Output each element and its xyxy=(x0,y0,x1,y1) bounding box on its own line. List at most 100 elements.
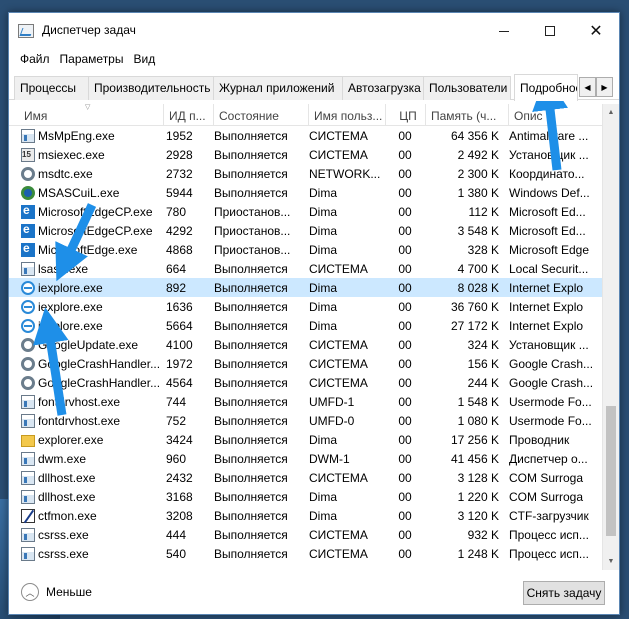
process-memory-cell: 932 K xyxy=(467,528,499,542)
process-name-wrap: GoogleCrashHandler... xyxy=(21,357,160,371)
table-row[interactable]: MicrosoftEdge.exe 4868 Приостанов... Dima 00… xyxy=(9,240,619,259)
process-user-cell: СИСТЕМА xyxy=(309,528,368,542)
process-name-cell: MsMpEng.exe xyxy=(21,126,163,145)
scroll-up-arrow-icon[interactable]: ▲ xyxy=(603,104,619,121)
table-row[interactable]: csrss.exe 444 Выполняется СИСТЕМА 00 932 K Про… xyxy=(9,525,619,544)
scrollbar-thumb[interactable] xyxy=(606,406,616,536)
process-pid-cell: 960 xyxy=(166,452,187,466)
process-pid-cell: 1952 xyxy=(166,129,193,143)
table-row[interactable]: GoogleCrashHandler... 1972 Выполняется СИСТ… xyxy=(9,354,619,373)
process-cpu-cell: 00 xyxy=(398,338,412,352)
process-name-cell: fontdrvhost.exe xyxy=(21,411,163,430)
column-header-status[interactable]: Состояние xyxy=(214,104,309,126)
table-row[interactable]: iexplore.exe 892 Выполняется Dima 00 8 028 K I… xyxy=(9,278,619,297)
process-name-wrap: MicrosoftEdgeCP.exe xyxy=(21,222,153,238)
fewer-details-button[interactable]: ︿ Меньше xyxy=(21,583,92,601)
process-description-cell: Проводник xyxy=(509,433,570,447)
generic-app-icon xyxy=(21,452,35,466)
process-name-cell: dllhost.exe xyxy=(21,468,163,487)
table-row[interactable]: GoogleCrashHandler... 4564 Выполняется СИСТ… xyxy=(9,373,619,392)
gear-icon xyxy=(21,338,35,352)
process-name: iexplore.exe xyxy=(38,300,103,314)
tab-app-history[interactable]: Журнал приложений xyxy=(213,76,343,100)
table-row[interactable]: MicrosoftEdgeCP.exe 780 Приостанов... Dima 0… xyxy=(9,202,619,221)
edge-icon xyxy=(21,203,35,219)
process-status-cell: Выполняется xyxy=(214,376,288,390)
process-user-cell: СИСТЕМА xyxy=(309,262,368,276)
process-name-wrap: csrss.exe xyxy=(21,528,89,542)
column-header-cpu[interactable]: ЦП xyxy=(386,104,426,126)
tab-scroll-right-button[interactable]: ▶ xyxy=(596,77,613,97)
table-row[interactable]: msdtc.exe 2732 Выполняется NETWORK... 00 2 30… xyxy=(9,164,619,183)
process-pid-cell: 3208 xyxy=(166,509,193,523)
process-cpu-cell: 00 xyxy=(398,357,412,371)
menu-options[interactable]: Параметры xyxy=(55,52,129,66)
table-row[interactable]: msiexec.exe 2928 Выполняется СИСТЕМА 00 2 492… xyxy=(9,145,619,164)
process-status-cell: Выполняется xyxy=(214,471,288,485)
table-row[interactable]: dwm.exe 960 Выполняется DWM-1 00 41 456 K Дисп… xyxy=(9,449,619,468)
tab-performance[interactable]: Производительность xyxy=(88,76,214,100)
process-name: msdtc.exe xyxy=(38,167,93,181)
column-header-memory[interactable]: Память (ч... xyxy=(426,104,509,126)
close-button[interactable]: ✕ xyxy=(573,13,619,49)
gear-icon xyxy=(21,167,35,181)
process-name-cell: MicrosoftEdgeCP.exe xyxy=(21,221,163,240)
process-pid-cell: 4564 xyxy=(166,376,193,390)
process-name: MicrosoftEdge.exe xyxy=(38,243,138,257)
tab-users[interactable]: Пользователи xyxy=(423,76,511,100)
table-row[interactable]: MSASCuiL.exe 5944 Выполняется Dima 00 1 380 K… xyxy=(9,183,619,202)
chevron-up-circle-icon: ︿ xyxy=(21,583,39,601)
column-header-name[interactable]: Имя xyxy=(19,104,164,126)
process-memory-cell: 3 120 K xyxy=(457,509,499,523)
process-description-cell: Windows Def... xyxy=(509,186,590,200)
column-header-pid[interactable]: ИД п... xyxy=(164,104,214,126)
process-name-cell: MicrosoftEdgeCP.exe xyxy=(21,202,163,221)
process-name: dwm.exe xyxy=(38,452,87,466)
close-icon: ✕ xyxy=(589,21,603,40)
process-name: GoogleCrashHandler... xyxy=(38,376,161,390)
menu-file[interactable]: Файл xyxy=(15,52,55,66)
process-name-wrap: GoogleUpdate.exe xyxy=(21,338,138,352)
folder-icon xyxy=(21,435,35,447)
table-row[interactable]: csrss.exe 540 Выполняется СИСТЕМА 00 1 248 K П… xyxy=(9,544,619,563)
vertical-scrollbar[interactable]: ▲ ▼ xyxy=(602,104,619,570)
column-header-user[interactable]: Имя польз... xyxy=(309,104,386,126)
table-row[interactable]: iexplore.exe 1636 Выполняется Dima 00 36 760 … xyxy=(9,297,619,316)
process-status-cell: Выполняется xyxy=(214,452,288,466)
maximize-icon xyxy=(545,26,555,36)
process-name: GoogleUpdate.exe xyxy=(38,338,139,352)
table-row[interactable]: fontdrvhost.exe 752 Выполняется UMFD-0 00 1 0… xyxy=(9,411,619,430)
generic-app-icon xyxy=(21,528,35,542)
process-description-cell: Google Crash... xyxy=(509,376,594,390)
tab-details[interactable]: Подробнос xyxy=(514,74,578,101)
maximize-button[interactable] xyxy=(527,13,573,49)
table-row[interactable]: ctfmon.exe 3208 Выполняется Dima 00 3 120 K CT… xyxy=(9,506,619,525)
process-name: explorer.exe xyxy=(38,433,104,447)
process-description-cell: Usermode Fo... xyxy=(509,395,592,409)
process-name: dllhost.exe xyxy=(38,490,96,504)
process-name: iexplore.exe xyxy=(38,281,103,295)
table-row[interactable]: dllhost.exe 2432 Выполняется СИСТЕМА 00 3 128… xyxy=(9,468,619,487)
table-row[interactable]: MsMpEng.exe 1952 Выполняется СИСТЕМА 00 64 35… xyxy=(9,126,619,145)
process-description-cell: Microsoft Ed... xyxy=(509,224,586,238)
process-status-cell: Выполняется xyxy=(214,281,288,295)
scroll-down-arrow-icon[interactable]: ▼ xyxy=(603,553,619,570)
minimize-button[interactable] xyxy=(481,13,527,49)
end-task-button[interactable]: Снять задачу xyxy=(523,581,605,605)
process-memory-cell: 1 548 K xyxy=(457,395,499,409)
column-header-description[interactable]: Опис xyxy=(509,104,602,126)
title-bar[interactable]: Диспетчер задач ✕ xyxy=(9,13,619,49)
tab-processes[interactable]: Процессы xyxy=(14,76,89,100)
table-row[interactable]: GoogleUpdate.exe 4100 Выполняется СИСТЕМА 00… xyxy=(9,335,619,354)
table-row[interactable]: fontdrvhost.exe 744 Выполняется UMFD-1 00 1 5… xyxy=(9,392,619,411)
tab-scroll-left-button[interactable]: ◀ xyxy=(579,77,596,97)
table-row[interactable]: MicrosoftEdgeCP.exe 4292 Приостанов... Dima… xyxy=(9,221,619,240)
defender-icon xyxy=(21,186,35,200)
table-row[interactable]: iexplore.exe 5664 Выполняется Dima 00 27 172 … xyxy=(9,316,619,335)
tab-startup[interactable]: Автозагрузка xyxy=(342,76,424,100)
table-row[interactable]: lsass.exe 664 Выполняется СИСТЕМА 00 4 700 K L… xyxy=(9,259,619,278)
menu-view[interactable]: Вид xyxy=(128,52,160,66)
table-row[interactable]: dllhost.exe 3168 Выполняется Dima 00 1 220 K C… xyxy=(9,487,619,506)
process-name-cell: ctfmon.exe xyxy=(21,506,163,525)
table-row[interactable]: explorer.exe 3424 Выполняется Dima 00 17 256 … xyxy=(9,430,619,449)
